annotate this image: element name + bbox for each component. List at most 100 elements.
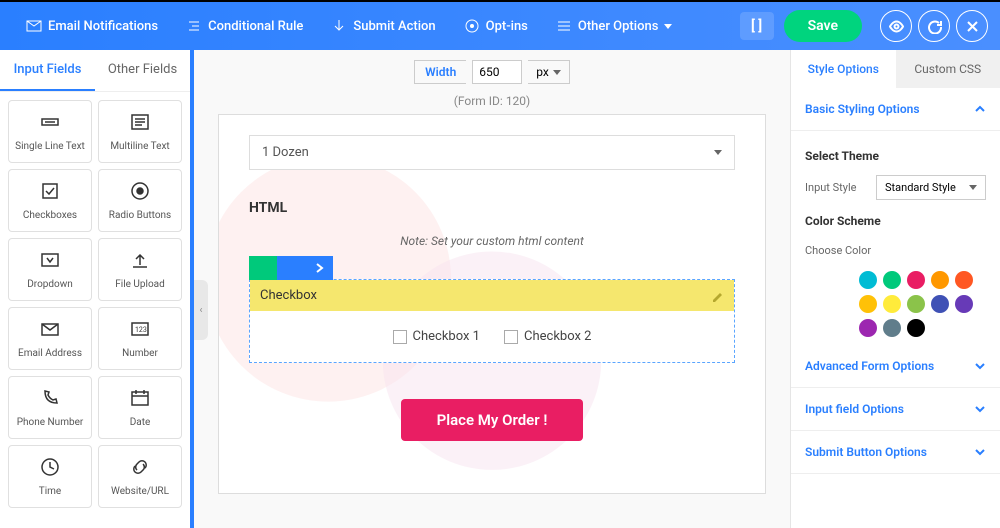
tab-other-fields[interactable]: Other Fields bbox=[95, 50, 190, 91]
input-style-select[interactable]: Standard Style bbox=[876, 175, 986, 200]
submit-icon bbox=[331, 18, 347, 34]
color-swatch[interactable] bbox=[931, 295, 949, 313]
html-note: Note: Set your custom html content bbox=[249, 234, 735, 248]
menu-label: Opt-ins bbox=[486, 19, 528, 34]
input-style-label: Input Style bbox=[805, 181, 856, 194]
color-swatches bbox=[805, 271, 986, 337]
refresh-icon bbox=[927, 19, 942, 34]
field-number[interactable]: 123Number bbox=[98, 307, 182, 370]
submit-button[interactable]: Place My Order ! bbox=[401, 399, 584, 441]
color-swatch[interactable] bbox=[907, 295, 925, 313]
right-tabs: Style Options Custom CSS bbox=[791, 50, 1000, 88]
code-toggle-button[interactable]: [ ] bbox=[740, 12, 774, 40]
svg-text:123: 123 bbox=[135, 326, 147, 334]
field-grid: Single Line Text Multiline Text Checkbox… bbox=[0, 92, 190, 516]
right-panel: Style Options Custom CSS Basic Styling O… bbox=[790, 50, 1000, 528]
color-swatch[interactable] bbox=[931, 271, 949, 289]
color-swatch[interactable] bbox=[859, 319, 877, 337]
field-checkboxes[interactable]: Checkboxes bbox=[8, 169, 92, 232]
tab-input-fields[interactable]: Input Fields bbox=[0, 50, 95, 91]
form-area: 1 Dozen HTML Note: Set your custom html … bbox=[218, 114, 766, 494]
checkbox-option-1[interactable]: Checkbox 1 bbox=[393, 329, 480, 344]
checkbox-option-2[interactable]: Checkbox 2 bbox=[504, 329, 591, 344]
edit-icon[interactable] bbox=[711, 289, 724, 302]
field-phone[interactable]: Phone Number bbox=[8, 376, 92, 439]
color-swatch[interactable] bbox=[955, 271, 973, 289]
color-swatch[interactable] bbox=[883, 271, 901, 289]
menu-optins[interactable]: Opt-ins bbox=[450, 18, 542, 34]
menu-submit-action[interactable]: Submit Action bbox=[317, 18, 449, 34]
form-dropdown[interactable]: 1 Dozen bbox=[249, 135, 735, 170]
menu-conditional-rule[interactable]: Conditional Rule bbox=[172, 18, 317, 34]
accordion-input-field[interactable]: Input field Options bbox=[791, 388, 1000, 431]
checkbox-title: Checkbox bbox=[260, 288, 317, 303]
color-swatch[interactable] bbox=[883, 295, 901, 313]
accordion-submit-button[interactable]: Submit Button Options bbox=[791, 431, 1000, 474]
color-swatch[interactable] bbox=[907, 319, 925, 337]
preview-button[interactable] bbox=[880, 10, 912, 42]
refresh-button[interactable] bbox=[918, 10, 950, 42]
left-panel: Input Fields Other Fields Single Line Te… bbox=[0, 50, 190, 528]
choose-color-row: Choose Color bbox=[805, 240, 986, 257]
field-url[interactable]: Website/URL bbox=[98, 445, 182, 508]
dropdown-value: 1 Dozen bbox=[262, 145, 309, 160]
color-swatch[interactable] bbox=[907, 271, 925, 289]
field-time[interactable]: Time bbox=[8, 445, 92, 508]
menu-label: Submit Action bbox=[353, 19, 435, 34]
chevron-down-icon bbox=[974, 446, 986, 458]
color-swatch[interactable] bbox=[955, 295, 973, 313]
save-button[interactable]: Save bbox=[784, 10, 862, 42]
width-unit[interactable]: px bbox=[528, 60, 570, 84]
close-button[interactable] bbox=[956, 10, 988, 42]
chevron-down-icon bbox=[974, 360, 986, 372]
accordion-basic-styling[interactable]: Basic Styling Options bbox=[791, 88, 1000, 131]
canvas: ‹ Width px (Form ID: 120) 1 Dozen HTML N… bbox=[190, 50, 790, 528]
align-cols-button[interactable] bbox=[277, 256, 305, 280]
chevron-up-icon bbox=[974, 103, 986, 115]
field-radio[interactable]: Radio Buttons bbox=[98, 169, 182, 232]
checkbox-block[interactable]: Checkbox Checkbox 1 Checkbox 2 bbox=[249, 279, 735, 363]
color-swatch[interactable] bbox=[883, 319, 901, 337]
menu-other-options[interactable]: Other Options bbox=[542, 18, 687, 34]
menu-label: Conditional Rule bbox=[208, 19, 303, 34]
tab-custom-css[interactable]: Custom CSS bbox=[896, 50, 1000, 88]
eye-icon bbox=[889, 19, 904, 34]
checkbox-header: Checkbox bbox=[250, 280, 734, 311]
settings-icon bbox=[556, 18, 572, 34]
accordion-advanced-form[interactable]: Advanced Form Options bbox=[791, 345, 1000, 388]
chevron-down-icon bbox=[664, 24, 672, 29]
select-theme-title: Select Theme bbox=[805, 149, 986, 163]
basic-styling-body: Select Theme Input Style Standard Style … bbox=[791, 131, 1000, 345]
move-next-button[interactable] bbox=[305, 256, 333, 280]
collapse-handle[interactable]: ‹ bbox=[194, 280, 208, 340]
html-field-label: HTML bbox=[249, 200, 735, 216]
top-toolbar: Email Notifications Conditional Rule Sub… bbox=[0, 0, 1000, 50]
width-label: Width bbox=[414, 60, 466, 84]
menu-email-notifications[interactable]: Email Notifications bbox=[12, 18, 172, 34]
close-icon bbox=[965, 19, 980, 34]
color-scheme-title: Color Scheme bbox=[805, 214, 986, 228]
form-id: (Form ID: 120) bbox=[218, 94, 766, 108]
chevron-down-icon bbox=[714, 150, 722, 155]
field-file-upload[interactable]: File Upload bbox=[98, 238, 182, 301]
chevron-down-icon bbox=[969, 185, 977, 190]
width-bar: Width px bbox=[218, 50, 766, 94]
align-full-button[interactable] bbox=[249, 256, 277, 280]
chevron-down-icon bbox=[974, 403, 986, 415]
chevron-down-icon bbox=[553, 70, 561, 75]
field-email[interactable]: Email Address bbox=[8, 307, 92, 370]
menu-label: Email Notifications bbox=[48, 19, 158, 34]
color-swatch[interactable] bbox=[859, 295, 877, 313]
field-date[interactable]: Date bbox=[98, 376, 182, 439]
checkbox-body: Checkbox 1 Checkbox 2 bbox=[250, 311, 734, 362]
checkbox-box bbox=[393, 330, 407, 344]
left-tabs: Input Fields Other Fields bbox=[0, 50, 190, 92]
color-swatch[interactable] bbox=[859, 271, 877, 289]
input-style-row: Input Style Standard Style bbox=[805, 175, 986, 200]
field-single-line[interactable]: Single Line Text bbox=[8, 100, 92, 163]
field-multiline[interactable]: Multiline Text bbox=[98, 100, 182, 163]
menu-label: Other Options bbox=[578, 19, 659, 34]
tab-style-options[interactable]: Style Options bbox=[791, 50, 896, 88]
field-dropdown[interactable]: Dropdown bbox=[8, 238, 92, 301]
width-input[interactable] bbox=[472, 60, 522, 84]
